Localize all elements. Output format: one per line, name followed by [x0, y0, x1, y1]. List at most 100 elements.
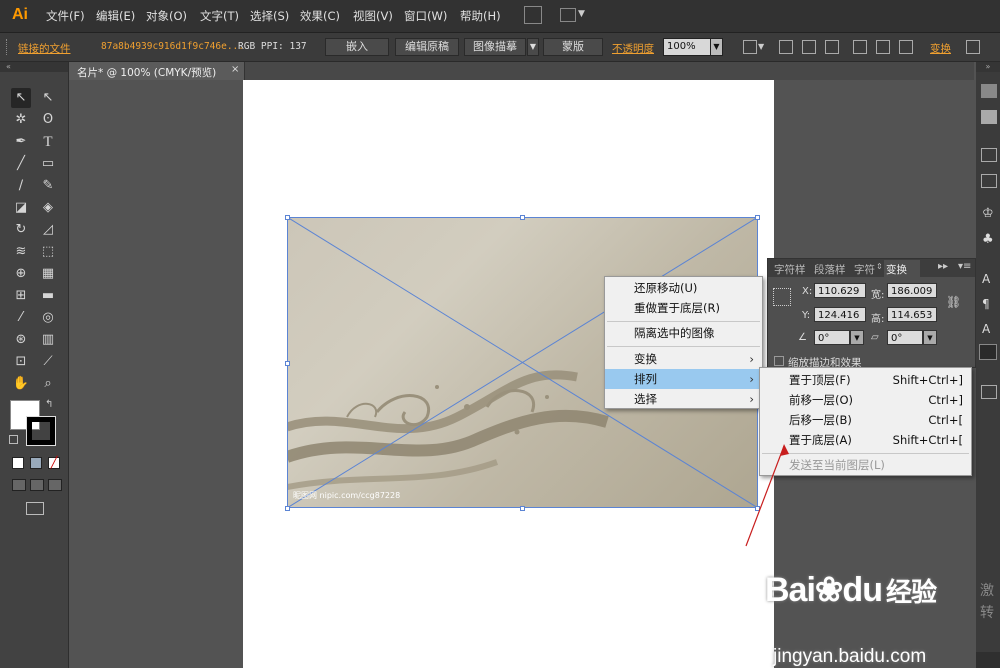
- gradient-tool-icon[interactable]: ▬: [38, 286, 58, 306]
- lasso-tool-icon[interactable]: ʘ: [38, 110, 58, 130]
- hand-tool-icon[interactable]: ✋: [11, 374, 31, 394]
- zoom-tool-icon[interactable]: ⌕: [38, 374, 58, 394]
- tab-sort-icon[interactable]: ⇕: [876, 262, 883, 271]
- menu-bring-to-front[interactable]: 置于顶层(F) Shift+Ctrl+]: [760, 370, 971, 390]
- selection-tool-icon[interactable]: ↖: [11, 88, 31, 108]
- tab-para-styles[interactable]: 段落样: [814, 262, 846, 277]
- color-guide-icon[interactable]: [981, 110, 997, 124]
- align-left-icon[interactable]: [779, 40, 793, 54]
- isolate-icon[interactable]: [966, 40, 980, 54]
- menu-edit[interactable]: 编辑(E): [96, 8, 135, 24]
- mask-button[interactable]: 蒙版: [543, 38, 603, 56]
- menu-redo-send-to-back[interactable]: 重做置于底层(R): [605, 298, 762, 318]
- x-input[interactable]: 110.629: [814, 283, 866, 298]
- align-to-icon[interactable]: [743, 40, 757, 54]
- rotate-angle-input[interactable]: 0°: [814, 330, 850, 345]
- draw-inside-icon[interactable]: [48, 479, 62, 491]
- menu-effect[interactable]: 效果(C): [300, 8, 340, 24]
- shape-builder-tool-icon[interactable]: ⊕: [11, 264, 31, 284]
- color-panel-icon[interactable]: [981, 84, 997, 98]
- paintbrush-tool-icon[interactable]: ∕: [11, 176, 31, 196]
- line-tool-icon[interactable]: ╱: [11, 154, 31, 174]
- linked-file-name[interactable]: 87a8b4939c916d1f9c746e...: [101, 41, 244, 52]
- brushes-icon[interactable]: [981, 174, 997, 188]
- color-mode-icon[interactable]: [12, 457, 24, 469]
- menu-select[interactable]: 选择(S): [250, 8, 289, 24]
- embed-button[interactable]: 嵌入: [325, 38, 389, 56]
- menu-select[interactable]: 选择 ›: [605, 389, 762, 409]
- chevron-down-icon[interactable]: ▼: [578, 9, 585, 19]
- rotate-tool-icon[interactable]: ↻: [11, 220, 31, 240]
- direct-selection-tool-icon[interactable]: ↖: [38, 88, 58, 108]
- constrain-proportions-icon[interactable]: ⛓: [946, 295, 961, 309]
- reference-point-icon[interactable]: [773, 288, 791, 306]
- symbols-icon[interactable]: ♔: [982, 206, 994, 221]
- shear-angle-input[interactable]: 0°: [887, 330, 923, 345]
- menu-view[interactable]: 视图(V): [353, 8, 393, 24]
- bounding-handle-b[interactable]: [520, 506, 525, 511]
- tab-char-styles[interactable]: 字符样: [774, 262, 806, 277]
- symbol-sprayer-tool-icon[interactable]: ⊛: [11, 330, 31, 350]
- scale-strokes-checkbox[interactable]: [774, 356, 784, 366]
- opacity-dropdown-icon[interactable]: ▼: [710, 38, 723, 56]
- image-trace-button[interactable]: 图像描摹: [464, 38, 526, 56]
- bounding-handle-tr[interactable]: [755, 215, 760, 220]
- height-input[interactable]: 114.653: [887, 307, 937, 322]
- close-tab-icon[interactable]: ×: [231, 64, 239, 75]
- tab-character[interactable]: 字符: [854, 262, 875, 277]
- screen-mode-icon[interactable]: [26, 502, 44, 515]
- none-mode-icon[interactable]: ╱: [48, 457, 60, 469]
- type-tool-icon[interactable]: T: [38, 132, 58, 152]
- tab-transform[interactable]: 变换: [886, 262, 907, 277]
- panel-resize-handle[interactable]: [976, 652, 1000, 668]
- align-hcenter-icon[interactable]: [802, 40, 816, 54]
- opacity-label[interactable]: 不透明度: [612, 41, 654, 56]
- mesh-tool-icon[interactable]: ⊞: [11, 286, 31, 306]
- eraser-tool-icon[interactable]: ◈: [38, 198, 58, 218]
- slice-tool-icon[interactable]: ⟋: [38, 352, 58, 372]
- panel-menu-icon[interactable]: ▾≡: [958, 261, 971, 272]
- pen-tool-icon[interactable]: ✒: [11, 132, 31, 152]
- opacity-input[interactable]: 100%: [663, 38, 711, 56]
- expand-panels-icon[interactable]: »: [976, 62, 1000, 72]
- menu-bring-forward[interactable]: 前移一层(O) Ctrl+]: [760, 390, 971, 410]
- artboard-tool-icon[interactable]: ⊡: [11, 352, 31, 372]
- eyedropper-tool-icon[interactable]: ⁄: [11, 308, 31, 328]
- graphic-styles-icon[interactable]: ♣: [982, 232, 994, 247]
- free-transform-tool-icon[interactable]: ⬚: [38, 242, 58, 262]
- default-colors-icon[interactable]: [9, 435, 18, 444]
- swatches-icon[interactable]: [981, 148, 997, 162]
- panel-expand-icon[interactable]: ▸▸: [938, 261, 948, 272]
- magic-wand-tool-icon[interactable]: ✲: [11, 110, 31, 130]
- menu-undo-move[interactable]: 还原移动(U): [605, 278, 762, 298]
- menu-send-backward[interactable]: 后移一层(B) Ctrl+[: [760, 410, 971, 430]
- edit-original-button[interactable]: 编辑原稿: [395, 38, 459, 56]
- image-trace-dropdown-icon[interactable]: ▼: [527, 38, 539, 56]
- align-right-icon[interactable]: [825, 40, 839, 54]
- draw-behind-icon[interactable]: [30, 479, 44, 491]
- align-to-chevron-icon[interactable]: ▼: [758, 42, 764, 51]
- rotate-dropdown-icon[interactable]: ▼: [850, 330, 864, 345]
- shear-dropdown-icon[interactable]: ▼: [923, 330, 937, 345]
- grip-icon[interactable]: [6, 39, 10, 55]
- column-graph-tool-icon[interactable]: ▥: [38, 330, 58, 350]
- align-panel-icon[interactable]: [981, 385, 997, 399]
- blob-brush-tool-icon[interactable]: ◪: [11, 198, 31, 218]
- perspective-grid-tool-icon[interactable]: ▦: [38, 264, 58, 284]
- scale-tool-icon[interactable]: ◿: [38, 220, 58, 240]
- width-input[interactable]: 186.009: [887, 283, 937, 298]
- width-tool-icon[interactable]: ≋: [11, 242, 31, 262]
- bounding-handle-bl[interactable]: [285, 506, 290, 511]
- gradient-mode-icon[interactable]: [30, 457, 42, 469]
- y-input[interactable]: 124.416: [814, 307, 866, 322]
- bounding-handle-l[interactable]: [285, 361, 290, 366]
- menu-help[interactable]: 帮助(H): [460, 8, 501, 24]
- blend-tool-icon[interactable]: ◎: [38, 308, 58, 328]
- paragraph-icon[interactable]: ¶: [982, 297, 990, 311]
- collapse-panel-icon[interactable]: «: [0, 62, 68, 72]
- bounding-handle-tl[interactable]: [285, 215, 290, 220]
- opentype-icon[interactable]: A: [982, 322, 990, 336]
- menu-isolate-image[interactable]: 隔离选中的图像: [605, 323, 762, 343]
- pencil-tool-icon[interactable]: ✎: [38, 176, 58, 196]
- transform-panel-icon[interactable]: [979, 344, 997, 360]
